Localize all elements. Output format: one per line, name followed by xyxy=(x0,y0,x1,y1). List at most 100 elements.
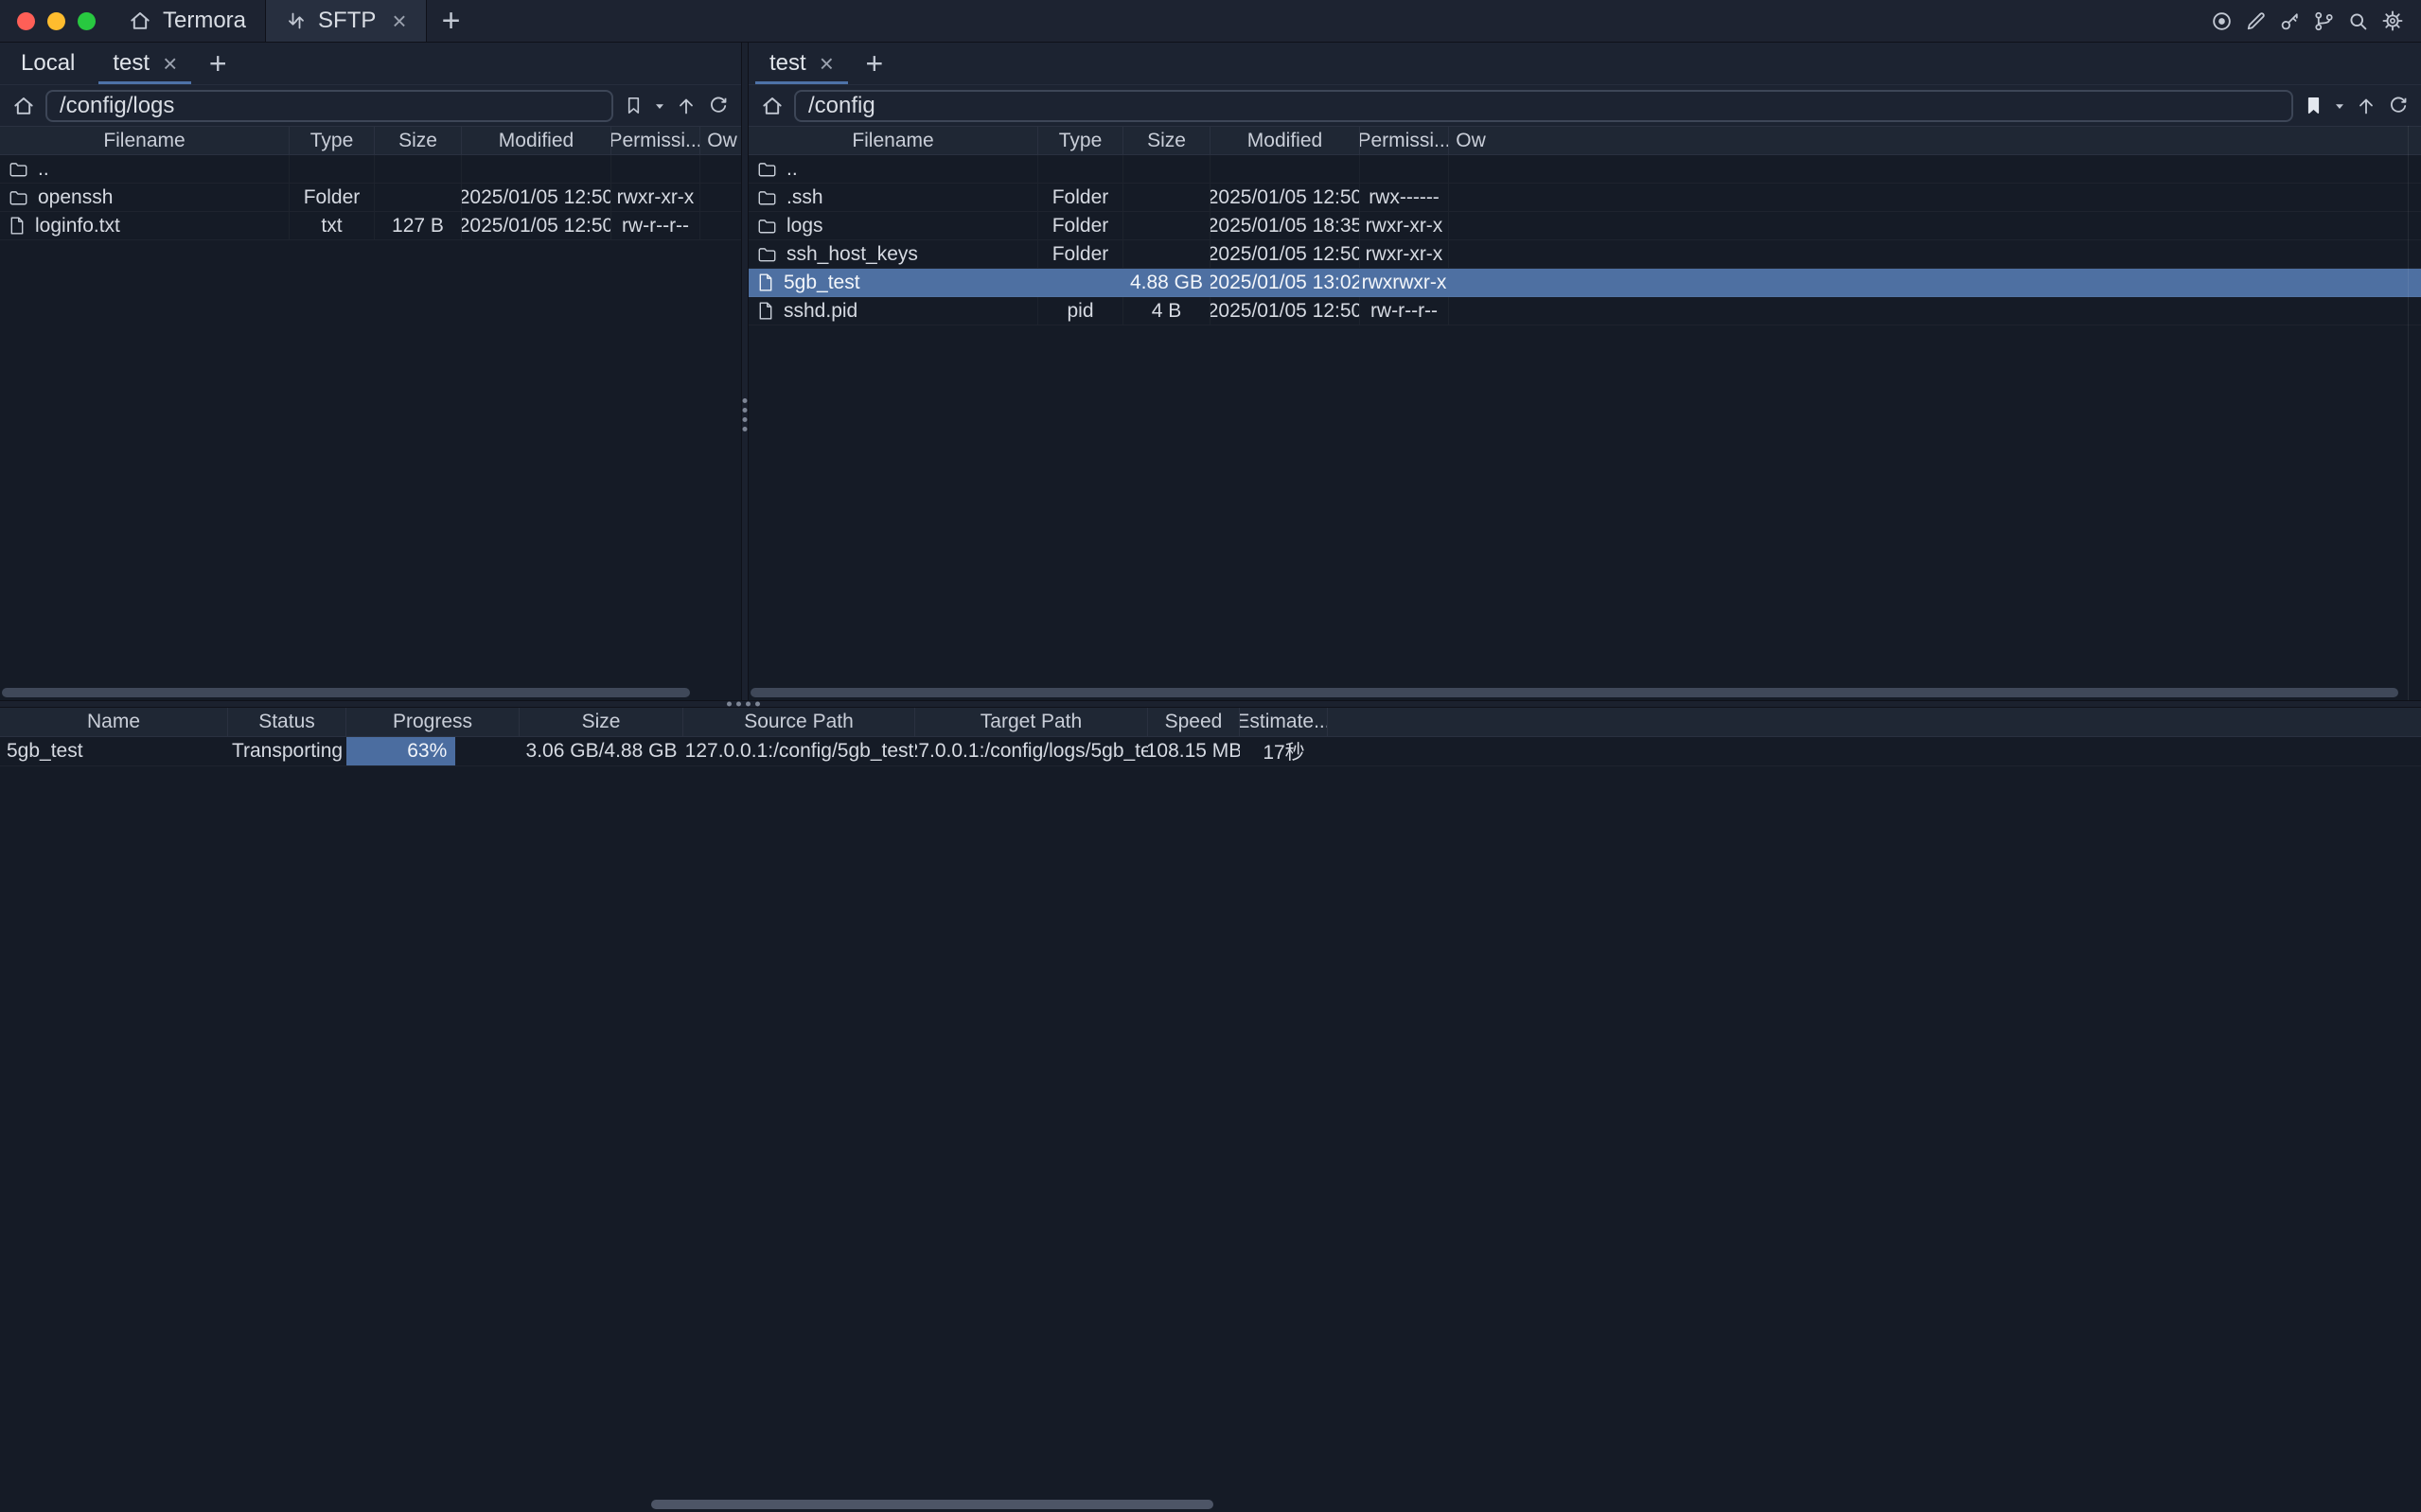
column-header-owner[interactable]: Ow xyxy=(1449,127,1493,154)
column-header-size[interactable]: Size xyxy=(1123,127,1210,154)
column-header-source-path[interactable]: Source Path xyxy=(683,708,915,736)
left-pane: Local test × + Filename Type xyxy=(0,43,741,700)
transfer-table-header: Name Status Progress Size Source Path Ta… xyxy=(0,708,2421,737)
parent-directory-icon[interactable] xyxy=(2355,95,2377,117)
row-filler xyxy=(1493,269,2421,296)
permissions-cell: rwxr-xr-x xyxy=(611,184,700,211)
column-header-status[interactable]: Status xyxy=(228,708,346,736)
column-header-name[interactable]: Name xyxy=(0,708,228,736)
pane-tab-test-label: test xyxy=(113,50,150,77)
owner-cell xyxy=(700,184,741,211)
tab-termora-label: Termora xyxy=(163,8,246,34)
pane-tab-local-label: Local xyxy=(21,50,75,77)
right-path-input[interactable] xyxy=(794,90,2293,122)
h-scrollbar-thumb[interactable] xyxy=(751,688,2398,697)
transfer-source-path-cell: 127.0.0.1:/config/5gb_test xyxy=(683,737,915,765)
column-header-filler xyxy=(1493,127,2421,154)
column-header-speed[interactable]: Speed xyxy=(1148,708,1240,736)
table-row[interactable]: openssh Folder 2025/01/05 12:50 rwxr-xr-… xyxy=(0,184,741,212)
column-header-size[interactable]: Size xyxy=(520,708,683,736)
key-icon[interactable] xyxy=(2276,7,2304,35)
parent-directory-icon[interactable] xyxy=(675,95,698,117)
splitter-grip-icon xyxy=(727,702,760,707)
left-table-header: Filename Type Size Modified Permissi... … xyxy=(0,126,741,155)
column-header-size[interactable]: Size xyxy=(375,127,462,154)
close-tab-icon[interactable]: × xyxy=(392,9,406,33)
table-row[interactable]: .ssh Folder 2025/01/05 12:50 rwx------ xyxy=(749,184,2421,212)
refresh-icon[interactable] xyxy=(707,95,730,117)
modified-cell xyxy=(462,155,611,183)
column-header-owner[interactable]: Ow xyxy=(700,127,741,154)
permissions-cell xyxy=(611,155,700,183)
type-cell xyxy=(1038,155,1123,183)
bookmark-filled-icon[interactable] xyxy=(2303,95,2324,116)
transfer-progress-cell: 63% xyxy=(346,737,520,765)
minimize-window-button[interactable] xyxy=(47,12,65,30)
column-header-modified[interactable]: Modified xyxy=(462,127,611,154)
close-tab-icon[interactable]: × xyxy=(163,51,177,76)
table-row[interactable]: sshd.pid pid 4 B 2025/01/05 12:50 rw-r--… xyxy=(749,297,2421,325)
table-row[interactable]: ssh_host_keys Folder 2025/01/05 12:50 rw… xyxy=(749,240,2421,269)
new-pane-tab-button[interactable]: + xyxy=(853,43,896,84)
modified-cell: 2025/01/05 12:50 xyxy=(462,212,611,239)
column-header-modified[interactable]: Modified xyxy=(1210,127,1360,154)
column-header-permissions[interactable]: Permissi... xyxy=(1360,127,1449,154)
type-cell: Folder xyxy=(1038,184,1123,211)
column-header-permissions[interactable]: Permissi... xyxy=(611,127,700,154)
pane-tab-test[interactable]: test × xyxy=(94,43,196,84)
new-pane-tab-button[interactable]: + xyxy=(196,43,239,84)
table-row[interactable]: .. xyxy=(749,155,2421,184)
home-icon[interactable] xyxy=(760,94,785,118)
tab-sftp[interactable]: SFTP × xyxy=(265,0,427,42)
file-icon xyxy=(9,216,26,236)
record-icon[interactable] xyxy=(2208,7,2235,35)
pane-tab-test[interactable]: test × xyxy=(751,43,853,84)
new-tab-button[interactable]: + xyxy=(427,0,476,42)
filename-cell: sshd.pid xyxy=(784,300,857,323)
type-cell: Folder xyxy=(1038,212,1123,239)
column-header-progress[interactable]: Progress xyxy=(346,708,520,736)
edit-pencil-icon[interactable] xyxy=(2242,7,2270,35)
bottom-scrollbar-thumb[interactable] xyxy=(651,1500,1213,1509)
pane-tab-local[interactable]: Local xyxy=(2,43,94,84)
horizontal-splitter[interactable] xyxy=(0,700,2421,708)
size-cell xyxy=(375,184,462,211)
right-table-header: Filename Type Size Modified Permissi... … xyxy=(749,126,2421,155)
settings-gear-icon[interactable] xyxy=(2378,7,2406,35)
bookmark-dropdown-icon[interactable] xyxy=(2334,102,2345,110)
column-header-filename[interactable]: Filename xyxy=(0,127,290,154)
transfer-row[interactable]: 5gb_test Transporting 63% 3.06 GB/4.88 G… xyxy=(0,737,2421,766)
splitter-grip-icon xyxy=(743,398,748,431)
git-branch-icon[interactable] xyxy=(2310,7,2338,35)
zoom-window-button[interactable] xyxy=(78,12,96,30)
right-pane-tabs: test × + xyxy=(749,43,2421,85)
left-path-input[interactable] xyxy=(45,90,613,122)
close-tab-icon[interactable]: × xyxy=(820,51,834,76)
table-row[interactable]: logs Folder 2025/01/05 18:35 rwxr-xr-x xyxy=(749,212,2421,240)
transfer-target-path-cell: 127.0.0.1:/config/logs/5gb_test xyxy=(915,737,1148,765)
sftp-split-view: Local test × + Filename Type xyxy=(0,43,2421,700)
h-scrollbar-thumb[interactable] xyxy=(2,688,690,697)
home-icon[interactable] xyxy=(11,94,36,118)
column-header-type[interactable]: Type xyxy=(1038,127,1123,154)
column-header-estimate[interactable]: Estimate... xyxy=(1240,708,1328,736)
table-row[interactable]: loginfo.txt txt 127 B 2025/01/05 12:50 r… xyxy=(0,212,741,240)
column-header-type[interactable]: Type xyxy=(290,127,375,154)
search-icon[interactable] xyxy=(2344,7,2372,35)
traffic-lights xyxy=(0,0,109,42)
table-row[interactable]: .. xyxy=(0,155,741,184)
column-header-target-path[interactable]: Target Path xyxy=(915,708,1148,736)
tab-termora[interactable]: Termora xyxy=(109,0,265,42)
right-path-bar xyxy=(749,85,2421,126)
v-scrollbar-track xyxy=(2408,126,2409,700)
bookmark-icon[interactable] xyxy=(623,95,645,116)
owner-cell xyxy=(1449,184,1493,211)
table-row-selected[interactable]: 5gb_test 4.88 GB 2025/01/05 13:02 rwxrwx… xyxy=(749,269,2421,297)
bookmark-dropdown-icon[interactable] xyxy=(654,102,665,110)
column-header-filename[interactable]: Filename xyxy=(749,127,1038,154)
close-window-button[interactable] xyxy=(17,12,35,30)
refresh-icon[interactable] xyxy=(2387,95,2410,117)
owner-cell xyxy=(1449,155,1493,183)
vertical-splitter[interactable] xyxy=(741,43,749,700)
transfer-size-cell: 3.06 GB/4.88 GB xyxy=(520,737,683,765)
